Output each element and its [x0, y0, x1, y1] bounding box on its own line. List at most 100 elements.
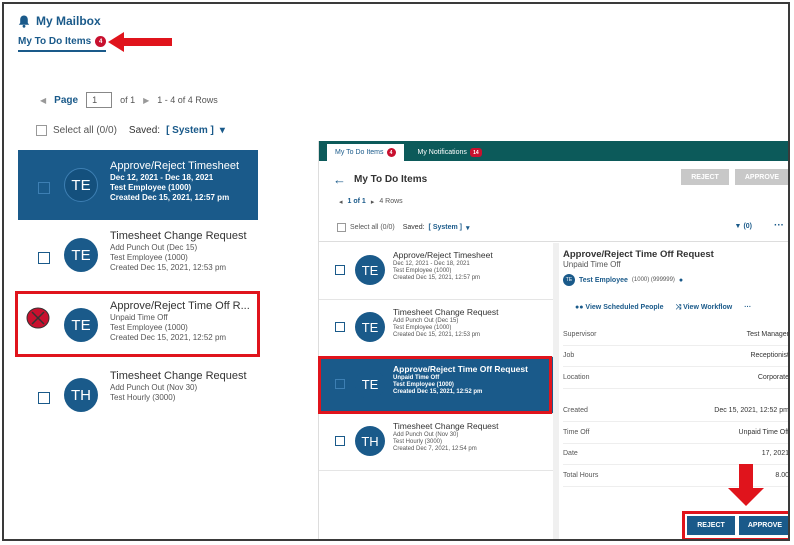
detail-label: Date [563, 450, 578, 458]
avatar: TE [64, 168, 98, 202]
item-line1: Add Punch Out (Nov 30) [393, 432, 459, 438]
detail-value: 8.00 [775, 471, 789, 479]
avatar: TE [355, 255, 385, 285]
tab-label: My Notifications [417, 149, 467, 156]
saved-label: Saved: [402, 224, 425, 231]
rows-label: 4 Rows [379, 198, 403, 205]
item-line3: Created Dec 15, 2021, 12:53 pm [110, 263, 227, 272]
saved-label: Saved: [128, 125, 161, 136]
select-all-checkbox[interactable] [337, 223, 346, 232]
chevron-down-icon[interactable]: ▾ [466, 224, 470, 232]
prev-page-icon[interactable]: ◀ [40, 96, 46, 105]
item-checkbox[interactable] [335, 322, 345, 332]
list-item[interactable]: TE Approve/Reject Timesheet Dec 12, 2021… [319, 243, 553, 300]
select-row: Select all (0/0) Saved: [ System ] ▾ [36, 125, 225, 136]
saved-view-dropdown[interactable]: [ System ] [166, 125, 214, 136]
highlight-box [318, 356, 552, 414]
detail-row: Time Off Unpaid Time Off [563, 422, 789, 444]
list-item[interactable]: TH Timesheet Change Request Add Punch Ou… [319, 414, 553, 471]
next-page-icon[interactable]: ▸ [371, 198, 375, 206]
item-line2: Test Employee (1000) [110, 253, 188, 262]
more-options-icon[interactable]: ··· [744, 304, 751, 312]
highlight-box [15, 291, 260, 357]
detail-value: Unpaid Time Off [738, 428, 789, 436]
detail-row: Supervisor Test Manager [563, 324, 789, 346]
shuffle-icon: ⤨ [675, 304, 682, 311]
red-arrow-left-icon [108, 32, 172, 52]
detail-label: Total Hours [563, 471, 599, 479]
select-row: Select all (0/0) Saved: [ System ] ▾ [337, 223, 470, 232]
detail-links: ●● View Scheduled People ⤨ View Workflow… [563, 304, 788, 312]
item-checkbox[interactable] [38, 252, 50, 264]
tab-my-to-do-items[interactable]: My To Do Items 4 [18, 36, 107, 52]
item-checkbox[interactable] [335, 436, 345, 446]
item-title: Timesheet Change Request [110, 230, 247, 242]
list-item[interactable]: TE Timesheet Change Request Add Punch Ou… [319, 300, 553, 357]
avatar: TE [563, 274, 575, 286]
detail-subtitle: Unpaid Time Off [563, 260, 621, 269]
left-todo-list: TE Approve/Reject Timesheet Dec 12, 2021… [18, 150, 258, 430]
pager: ◂ 1 of 1 ▸ 4 Rows [339, 198, 403, 206]
page-title: My To Do Items [354, 174, 428, 185]
approve-button-disabled[interactable]: APPROVE [735, 169, 788, 185]
tab-badge: 4 [95, 36, 107, 47]
chevron-down-icon[interactable]: ▾ [220, 125, 225, 136]
list-scrollbar[interactable] [553, 243, 559, 539]
item-checkbox[interactable] [38, 392, 50, 404]
bell-icon [18, 15, 30, 28]
item-line2: Test Hourly (3000) [110, 393, 176, 402]
tab-label: My To Do Items [18, 36, 92, 47]
detail-value: 17, 2021 [761, 450, 789, 458]
employee-name-link[interactable]: Test Employee [579, 277, 628, 284]
highlight-box [682, 511, 788, 539]
select-all-checkbox[interactable] [36, 125, 47, 136]
select-all-label: Select all (0/0) [53, 125, 117, 136]
screenshot-frame: My Mailbox My To Do Items 4 ◀ Page 1 of … [2, 2, 790, 541]
back-arrow-icon[interactable]: ← [333, 172, 346, 187]
list-item[interactable]: TE Timesheet Change Request Add Punch Ou… [18, 220, 258, 290]
avatar: TH [64, 378, 98, 412]
detail-value: Receptionist [750, 352, 789, 360]
tab-my-to-do-items[interactable]: My To Do Items 4 [327, 144, 404, 161]
user-icon[interactable]: ● [679, 277, 683, 284]
divider [319, 241, 788, 242]
filter-count: (0) [743, 223, 752, 230]
detail-label: Job [563, 352, 575, 360]
detail-value: Test Manager [746, 330, 789, 338]
reject-button-disabled[interactable]: REJECT [681, 169, 729, 185]
item-checkbox[interactable] [38, 182, 50, 194]
filter-button[interactable]: ▼ (0) [735, 223, 752, 230]
item-line3: Created Dec 15, 2021, 12:53 pm [393, 332, 481, 338]
tab-badge: 14 [469, 148, 482, 157]
more-options-icon[interactable]: ··· [774, 220, 784, 231]
detail-label: Created [563, 407, 588, 415]
mailbox-title: My Mailbox [36, 14, 101, 28]
pager: ◀ Page 1 of 1 ▶ 1 - 4 of 4 Rows [40, 92, 218, 108]
item-line2: Test Employee (1000) [393, 268, 452, 274]
list-item[interactable]: TH Timesheet Change Request Add Punch Ou… [18, 360, 258, 430]
prev-page-icon[interactable]: ◂ [339, 198, 343, 206]
item-line1: Dec 12, 2021 - Dec 18, 2021 [110, 173, 214, 182]
detail-label: Time Off [563, 428, 590, 436]
page-label: Page [54, 94, 79, 106]
item-checkbox[interactable] [335, 265, 345, 275]
list-item[interactable]: TE Approve/Reject Timesheet Dec 12, 2021… [18, 150, 258, 220]
page-input[interactable]: 1 [86, 92, 113, 108]
view-workflow-link[interactable]: ⤨ View Workflow [676, 304, 733, 312]
item-line1: Add Punch Out (Dec 15) [110, 243, 198, 252]
view-scheduled-people-link[interactable]: ●● View Scheduled People [575, 304, 664, 312]
avatar: TE [355, 312, 385, 342]
detail-row: Location Corporate [563, 367, 788, 389]
item-line2: Test Hourly (3000) [393, 439, 443, 445]
item-line1: Add Punch Out (Nov 30) [110, 383, 198, 392]
page-of-label: of 1 [120, 95, 136, 105]
tab-my-notifications[interactable]: My Notifications 14 [410, 144, 490, 161]
next-page-icon[interactable]: ▶ [143, 96, 149, 105]
x-mark-icon [26, 307, 50, 329]
page-of-label[interactable]: 1 of 1 [348, 198, 366, 206]
right-panel: My To Do Items 4 My Notifications 14 ← M… [318, 141, 789, 539]
saved-view-dropdown[interactable]: [ System ] [429, 224, 462, 231]
item-line2: Test Employee (1000) [393, 325, 452, 331]
detail-row: Job Receptionist [563, 346, 789, 367]
